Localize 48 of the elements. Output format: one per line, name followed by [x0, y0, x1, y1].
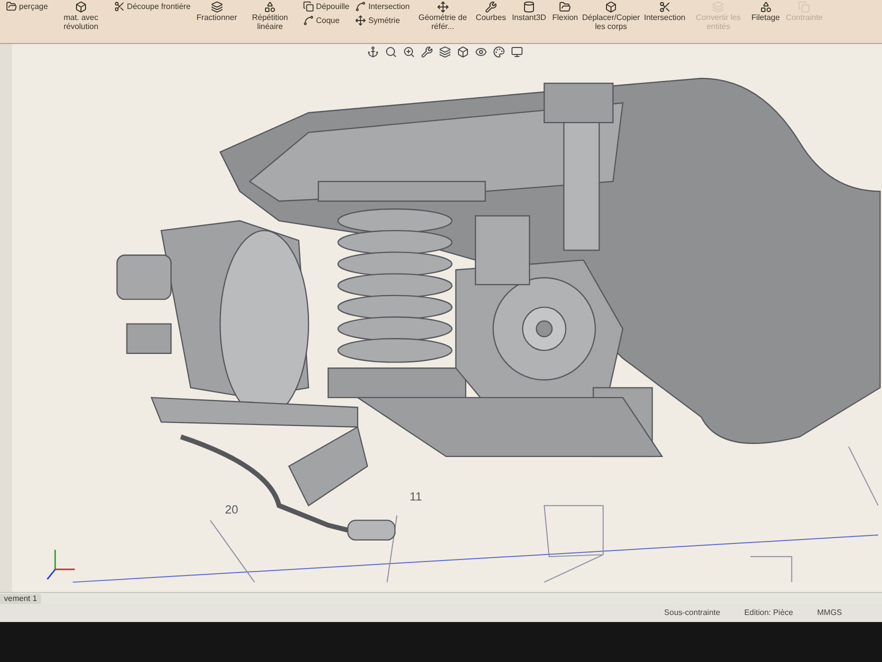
ribbon-button[interactable]: Flexion	[550, 1, 580, 22]
tool-icon	[436, 1, 449, 13]
axis-triad-icon	[46, 550, 75, 580]
view-tool-icon[interactable]	[403, 46, 415, 58]
tool-icon	[523, 1, 536, 13]
ribbon-button[interactable]: Symétrie	[353, 15, 412, 26]
dimension-label: 11	[410, 490, 422, 504]
tool-icon	[658, 1, 671, 13]
tool-icon	[760, 1, 772, 13]
view-tool-icon[interactable]	[493, 46, 505, 58]
model-tab[interactable]: vement 1	[0, 594, 41, 604]
ribbon-button[interactable]: Déplacer/Copier les corps	[582, 1, 640, 31]
ribbon-button[interactable]: perçage	[4, 1, 50, 12]
dimension-label: 20	[225, 503, 238, 516]
tool-icon	[114, 1, 125, 12]
tool-icon	[355, 15, 366, 26]
tool-icon	[74, 1, 87, 13]
ribbon-button[interactable]: Fractionner	[194, 1, 239, 22]
view-tool-icon[interactable]	[367, 46, 379, 58]
status-text: Edition: Pièce	[744, 607, 794, 619]
tool-icon	[264, 1, 276, 13]
view-tool-icon[interactable]	[421, 46, 433, 58]
tool-icon	[559, 1, 572, 13]
tool-icon	[6, 1, 17, 12]
view-tool-icon[interactable]	[511, 46, 523, 58]
status-text: Sous-contrainte	[664, 607, 720, 619]
ribbon-button[interactable]: Intersection	[353, 1, 412, 12]
ribbon-button[interactable]: Intersection	[642, 1, 688, 22]
ribbon-button[interactable]: Filetage	[749, 1, 782, 22]
ribbon-button[interactable]: Répétition linéaire	[240, 1, 299, 31]
tool-icon	[210, 1, 223, 13]
ribbon-button[interactable]: Instant3D	[510, 1, 548, 22]
tool-icon	[302, 1, 314, 12]
view-tool-icon[interactable]	[457, 46, 469, 58]
tool-icon	[355, 1, 366, 12]
ribbon-button[interactable]: Dépouille	[300, 1, 352, 12]
tool-icon	[302, 15, 314, 26]
ribbon-button[interactable]: Découpe frontière	[112, 1, 193, 12]
tool-icon	[605, 1, 617, 13]
ribbon-button[interactable]: Coque	[300, 15, 352, 26]
ribbon-button[interactable]: Géométrie de référ...	[414, 1, 472, 31]
ribbon-button[interactable]: Courbes	[474, 1, 508, 22]
view-tool-icon[interactable]	[385, 46, 397, 58]
ribbon-button[interactable]: mat. avec révolution	[52, 1, 110, 31]
status-text: MMGS	[817, 607, 842, 619]
view-tool-icon[interactable]	[475, 46, 487, 58]
tool-icon	[484, 1, 497, 13]
view-tool-icon[interactable]	[439, 46, 451, 58]
